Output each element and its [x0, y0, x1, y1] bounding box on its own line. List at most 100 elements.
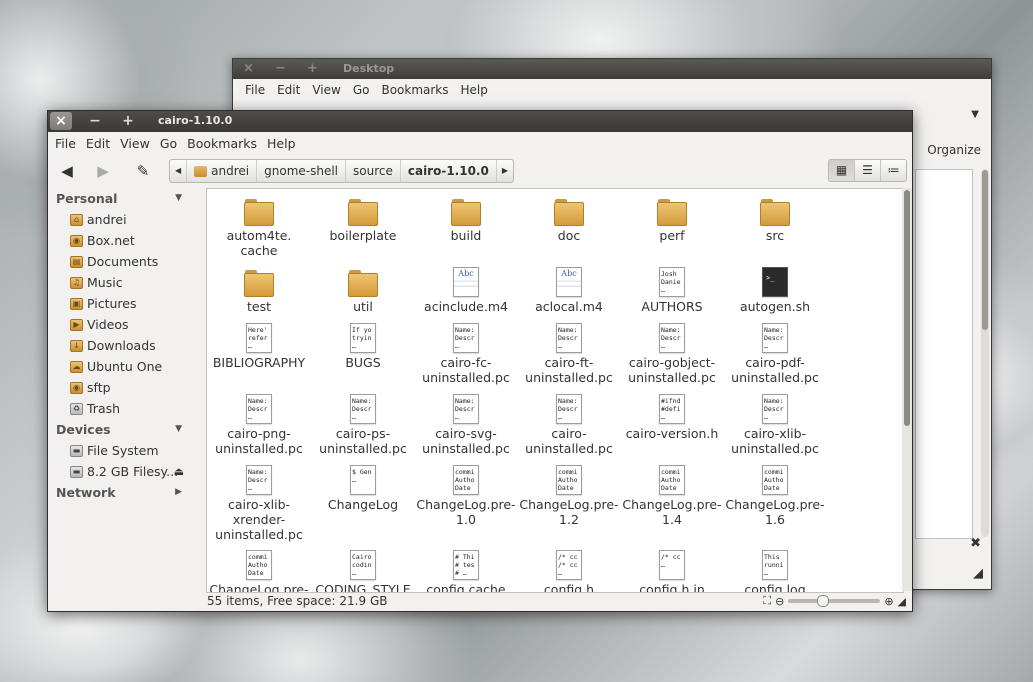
content-scrollbar-thumb[interactable] — [904, 190, 910, 426]
zoom-to-fit-icon[interactable]: ⛶ — [763, 594, 771, 608]
file-item[interactable]: commi Autho Date ChangeLog.pre- 1.4 — [620, 462, 724, 527]
file-item[interactable]: This runni … config.log — [723, 547, 827, 592]
file-item[interactable]: >_ autogen.sh — [723, 264, 827, 314]
eject-icon[interactable]: ⏏ — [174, 461, 184, 482]
background-minimize-button[interactable]: − — [275, 61, 286, 76]
file-item[interactable]: #ifnd #defi … cairo-version.h — [620, 391, 724, 441]
background-titlebar[interactable]: × − + Desktop — [233, 59, 991, 79]
sidebar-item-trash[interactable]: ♻ Trash — [48, 398, 204, 419]
forward-arrow-icon[interactable]: ▶ — [90, 160, 116, 182]
background-scrollbar[interactable] — [981, 169, 989, 537]
background-close-icon[interactable]: ✖ — [970, 536, 981, 551]
file-item[interactable]: Name: Descr … cairo-pdf- uninstalled.pc — [723, 320, 827, 385]
file-item[interactable]: util — [311, 264, 415, 314]
zoom-slider[interactable] — [788, 595, 881, 607]
file-item[interactable]: boilerplate — [311, 193, 415, 243]
background-maximize-button[interactable]: + — [307, 61, 318, 76]
file-item[interactable]: Abc acinclude.m4 — [414, 264, 518, 314]
file-item[interactable]: test — [207, 264, 311, 314]
file-manager-window[interactable]: × − + cairo-1.10.0 File Edit View Go Boo… — [47, 110, 913, 612]
background-scrollbar-thumb[interactable] — [982, 170, 988, 330]
file-item[interactable]: Name: Descr … cairo-fc- uninstalled.pc — [414, 320, 518, 385]
background-menu-go[interactable]: Go — [347, 83, 376, 97]
background-menu-bookmarks[interactable]: Bookmarks — [375, 83, 454, 97]
zoom-in-icon[interactable]: ⊕ — [884, 595, 893, 608]
file-item[interactable]: Josh Danie … AUTHORS — [620, 264, 724, 314]
file-item[interactable]: commi Autho Date ChangeLog.pre- 1.2 — [517, 462, 621, 527]
file-item[interactable]: $ Gen … ChangeLog — [311, 462, 415, 512]
sidebar-item-documents[interactable]: ▤ Documents — [48, 251, 204, 272]
sidebar-item-filesystem-volume[interactable]: ▬ 8.2 GB Filesy... ⏏ — [48, 461, 204, 482]
file-item[interactable]: Name: Descr … cairo-xlib- uninstalled.pc — [723, 391, 827, 456]
file-item[interactable]: Here' refer … BIBLIOGRAPHY — [207, 320, 311, 370]
sidebar-section-network[interactable]: Network ▶ — [48, 482, 204, 503]
sidebar-item-downloads[interactable]: ↓ Downloads — [48, 335, 204, 356]
breadcrumb-gnome-shell[interactable]: gnome-shell — [257, 160, 346, 182]
breadcrumb-andrei[interactable]: andrei — [187, 160, 258, 182]
resize-grip-icon[interactable]: ◢ — [973, 566, 983, 581]
minimize-button[interactable]: − — [84, 112, 106, 130]
file-icon-grid[interactable]: autom4te. cache boilerplate build doc perf sr… — [206, 188, 904, 593]
breadcrumb-left-arrow-icon[interactable]: ◀ — [170, 160, 188, 182]
file-item[interactable]: perf — [620, 193, 724, 243]
sidebar-item-ubuntu-one[interactable]: ☁ Ubuntu One — [48, 356, 204, 377]
file-item[interactable]: # Thi # tes # … config.cache — [414, 547, 518, 592]
close-button[interactable]: × — [50, 112, 72, 130]
titlebar[interactable]: × − + cairo-1.10.0 — [48, 111, 912, 132]
content-scrollbar[interactable] — [902, 188, 912, 591]
file-item[interactable]: src — [723, 193, 827, 243]
file-item[interactable]: Abc aclocal.m4 — [517, 264, 621, 314]
sidebar-item-music[interactable]: ♫ Music — [48, 272, 204, 293]
background-menu-file[interactable]: File — [239, 83, 271, 97]
file-item[interactable]: commi Autho Date ChangeLog.pre- 1.0 — [414, 462, 518, 527]
background-menu-help[interactable]: Help — [455, 83, 494, 97]
background-menu-view[interactable]: View — [306, 83, 346, 97]
sidebar-section-devices[interactable]: Devices ▼ — [48, 419, 204, 440]
maximize-button[interactable]: + — [117, 112, 139, 130]
file-item[interactable]: Cairo codin … CODING_STYLE — [311, 547, 415, 592]
sidebar-item-pictures[interactable]: ▣ Pictures — [48, 293, 204, 314]
icon-view-icon[interactable]: ▦ — [829, 160, 855, 181]
sidebar-item-file-system[interactable]: ▬ File System — [48, 440, 204, 461]
zoom-slider-handle[interactable] — [817, 595, 830, 607]
background-menu-edit[interactable]: Edit — [271, 83, 306, 97]
breadcrumb-current[interactable]: cairo-1.10.0 — [401, 160, 497, 182]
file-item[interactable]: Name: Descr … cairo-png- uninstalled.pc — [207, 391, 311, 456]
file-item[interactable]: If yo tryin … BUGS — [311, 320, 415, 370]
menu-edit[interactable]: Edit — [81, 136, 115, 151]
file-item[interactable]: Name: Descr … cairo-ft- uninstalled.pc — [517, 320, 621, 385]
chevron-down-icon[interactable]: ▼ — [175, 188, 182, 209]
resize-grip-icon[interactable]: ◢ — [898, 595, 906, 608]
chevron-right-icon[interactable]: ▶ — [175, 482, 182, 503]
chevron-down-icon[interactable]: ▼ — [175, 419, 182, 440]
file-item[interactable]: /* cc /* cc … config.h — [517, 547, 621, 592]
file-item[interactable]: Name: Descr … cairo-svg- uninstalled.pc — [414, 391, 518, 456]
dropdown-arrow-icon[interactable]: ▼ — [971, 109, 979, 120]
zoom-out-icon[interactable]: ⊖ — [775, 595, 784, 608]
menu-help[interactable]: Help — [262, 136, 301, 151]
menu-file[interactable]: File — [50, 136, 81, 151]
file-item[interactable]: commi Autho Date ChangeLog.pre- — [207, 547, 311, 592]
organize-button[interactable]: Organize — [927, 143, 981, 157]
file-item[interactable]: doc — [517, 193, 621, 243]
sidebar-section-personal[interactable]: Personal ▼ — [48, 188, 204, 209]
menu-go[interactable]: Go — [155, 136, 182, 151]
breadcrumb-right-arrow-icon[interactable]: ▶ — [497, 160, 513, 182]
breadcrumb-source[interactable]: source — [346, 160, 401, 182]
sidebar-item-box-net[interactable]: ◉ Box.net — [48, 230, 204, 251]
menu-bookmarks[interactable]: Bookmarks — [182, 136, 262, 151]
file-item[interactable]: commi Autho Date ChangeLog.pre- 1.6 — [723, 462, 827, 527]
menu-view[interactable]: View — [115, 136, 155, 151]
file-item[interactable]: build — [414, 193, 518, 243]
sidebar-item-sftp[interactable]: ◉ sftp — [48, 377, 204, 398]
file-item[interactable]: Name: Descr … cairo-gobject- uninstalled.… — [620, 320, 724, 385]
background-close-button[interactable]: × — [243, 61, 254, 76]
sidebar-item-videos[interactable]: ▶ Videos — [48, 314, 204, 335]
file-item[interactable]: Name: Descr … cairo-ps- uninstalled.pc — [311, 391, 415, 456]
file-item[interactable]: Name: Descr … cairo- uninstalled.pc — [517, 391, 621, 456]
compact-view-icon[interactable]: ≔ — [881, 160, 906, 181]
list-view-icon[interactable]: ☰ — [855, 160, 881, 181]
pencil-icon[interactable]: ✎ — [130, 160, 156, 182]
file-item[interactable]: Name: Descr … cairo-xlib- xrender- uninst… — [207, 462, 311, 542]
back-arrow-icon[interactable]: ◀ — [54, 160, 80, 182]
